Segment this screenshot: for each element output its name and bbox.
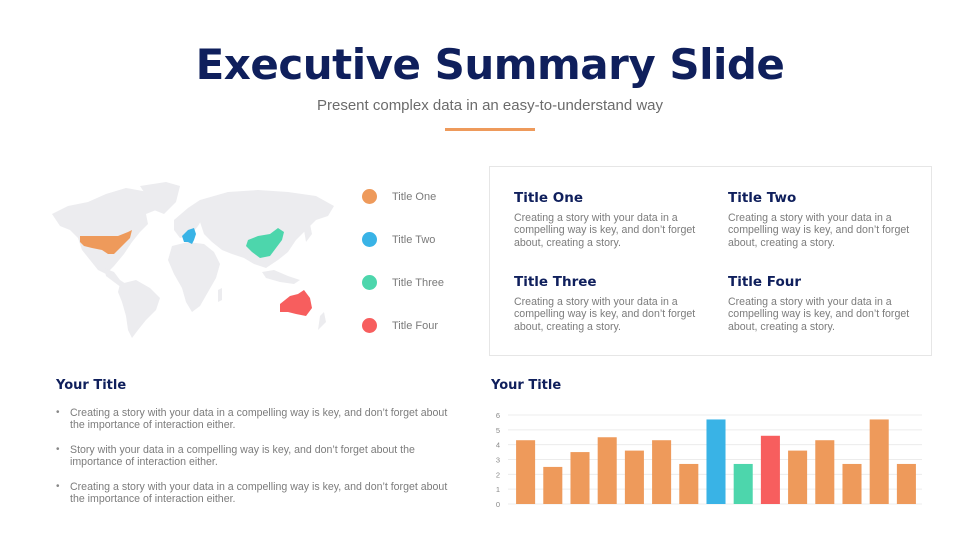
card-text: Creating a story with your data in a com… — [728, 212, 910, 249]
legend-item-title-four: Title Four — [362, 318, 482, 333]
y-tick-label: 5 — [496, 426, 500, 435]
slide-title: Executive Summary Slide — [195, 40, 785, 89]
card-title: Title Three — [514, 274, 597, 290]
bar-13 — [842, 463, 862, 504]
bullet-text: Creating a story with your data in a com… — [70, 480, 448, 506]
legend-label: Title One — [392, 190, 437, 203]
bar-12 — [815, 440, 835, 504]
bar-11 — [788, 450, 808, 504]
bullet-icon: • — [56, 480, 60, 492]
bar-4 — [597, 437, 617, 504]
title-accent-rule — [445, 128, 535, 131]
bullet-text: Story with your data in a compelling way… — [70, 443, 415, 469]
card-title: Title One — [514, 190, 584, 206]
card-text: Creating a story with your data in a com… — [514, 212, 696, 249]
legend-label: Title Two — [392, 233, 436, 246]
legend-label: Title Three — [392, 276, 444, 289]
legend-item-title-three: Title Three — [362, 275, 482, 290]
legend-item-title-two: Title Two — [362, 232, 482, 247]
card-text: Creating a story with your data in a com… — [728, 296, 910, 333]
bullet-item: • Story with your data in a compelling w… — [56, 444, 456, 468]
chart-y-axis: 0 1 2 3 4 5 6 — [496, 411, 500, 509]
summary-card-box: Title One Creating a story with your dat… — [489, 166, 932, 356]
y-tick-label: 1 — [496, 485, 500, 494]
bullet-icon: • — [56, 443, 60, 455]
map-africa — [168, 242, 220, 312]
y-tick-label: 4 — [496, 441, 500, 450]
legend-dot-icon — [362, 189, 377, 204]
bar-5 — [624, 450, 644, 504]
card-title-three: Title Three Creating a story with your d… — [514, 274, 714, 333]
bar-14 — [869, 419, 889, 504]
map-new-zealand — [318, 312, 326, 330]
map-madagascar — [218, 288, 222, 302]
bar-8 — [706, 419, 726, 504]
bar-7 — [679, 463, 699, 504]
card-title-one: Title One Creating a story with your dat… — [514, 190, 714, 249]
bullet-text: Creating a story with your data in a com… — [70, 407, 448, 432]
world-map — [52, 182, 334, 338]
bullet-list: • Creating a story with your data in a c… — [56, 407, 456, 518]
legend-dot-icon — [362, 275, 377, 290]
bar-6 — [652, 440, 672, 504]
y-tick-label: 3 — [496, 456, 500, 465]
card-title-two: Title Two Creating a story with your dat… — [728, 190, 928, 249]
slide-subtitle: Present complex data in an easy-to-under… — [316, 97, 664, 114]
map-north-america — [52, 188, 160, 274]
chart-bars — [516, 419, 916, 504]
chart-section-title: Your Title — [491, 378, 562, 393]
card-title: Title Four — [728, 274, 801, 290]
map-southeast-asia — [262, 270, 300, 284]
card-text: Creating a story with your data in a com… — [514, 296, 696, 333]
card-title: Title Two — [728, 190, 797, 206]
bullet-item: • Creating a story with your data in a c… — [56, 407, 456, 431]
y-tick-label: 0 — [496, 500, 500, 509]
y-tick-label: 2 — [496, 470, 500, 479]
map-region-australia[interactable] — [280, 290, 312, 316]
legend-label: Title Four — [392, 319, 439, 332]
bar-15 — [896, 463, 916, 504]
left-section-title: Your Title — [56, 378, 127, 393]
bullet-icon: • — [56, 407, 60, 418]
card-title-four: Title Four Creating a story with your da… — [728, 274, 928, 333]
legend-item-title-one: Title One — [362, 189, 482, 204]
map-landmass — [52, 182, 334, 338]
map-south-america — [118, 280, 160, 338]
bar-9 — [733, 463, 753, 504]
bar-1 — [516, 440, 536, 504]
bar-2 — [543, 466, 563, 504]
legend-dot-icon — [362, 318, 377, 333]
y-tick-label: 6 — [496, 411, 500, 420]
bar-10 — [760, 435, 780, 504]
bar-chart: 0 1 2 3 4 5 6 — [496, 411, 922, 509]
bullet-item: • Creating a story with your data in a c… — [56, 481, 456, 505]
legend-dot-icon — [362, 232, 377, 247]
bar-3 — [570, 452, 590, 504]
